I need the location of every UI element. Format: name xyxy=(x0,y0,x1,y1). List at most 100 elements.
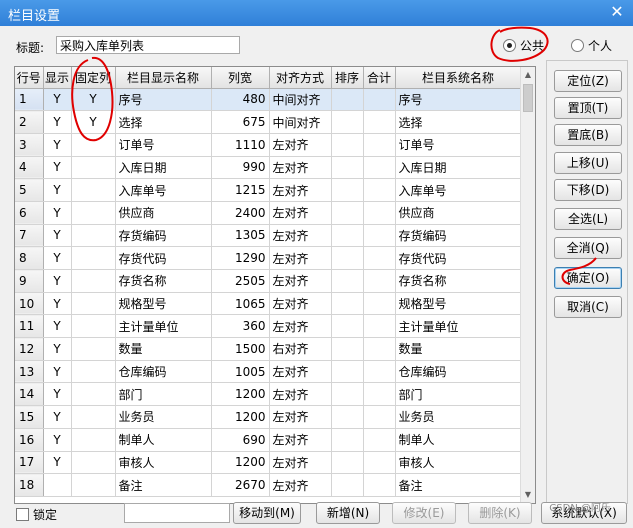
display-name-cell[interactable]: 供应商 xyxy=(115,201,212,225)
table-row[interactable]: 16 Y 制单人 690 左对齐 制单人 xyxy=(15,428,521,452)
table-row[interactable]: 4 Y 入库日期 990 左对齐 入库日期 xyxy=(15,156,521,180)
visible-cell[interactable]: Y xyxy=(43,269,72,293)
table-row[interactable]: 10 Y 规格型号 1065 左对齐 规格型号 xyxy=(15,292,521,316)
sum-cell[interactable] xyxy=(363,382,396,407)
ok-button[interactable]: 确定(O) xyxy=(554,267,622,289)
width-cell[interactable]: 1200 xyxy=(211,382,270,407)
width-cell[interactable]: 360 xyxy=(211,314,270,339)
move-top-button[interactable]: 置顶(T) xyxy=(554,97,622,119)
sort-cell[interactable] xyxy=(331,178,364,202)
align-cell[interactable]: 左对齐 xyxy=(269,178,332,202)
row-number[interactable]: 15 xyxy=(15,405,44,429)
fixed-cell[interactable] xyxy=(71,360,116,384)
fixed-cell[interactable] xyxy=(71,428,116,452)
sort-cell[interactable] xyxy=(331,382,364,407)
sum-cell[interactable] xyxy=(363,156,396,180)
fixed-cell[interactable] xyxy=(71,382,116,407)
sum-cell[interactable] xyxy=(363,246,396,270)
sum-cell[interactable] xyxy=(363,451,396,475)
header-col-sum[interactable]: 合计 xyxy=(363,67,396,89)
visible-cell[interactable]: Y xyxy=(43,156,72,180)
width-cell[interactable]: 675 xyxy=(211,110,270,134)
table-row[interactable]: 11 Y 主计量单位 360 左对齐 主计量单位 xyxy=(15,314,521,339)
visible-cell[interactable]: Y xyxy=(43,382,72,407)
table-row[interactable]: 17 Y 审核人 1200 左对齐 审核人 xyxy=(15,451,521,475)
visible-cell[interactable]: Y xyxy=(43,428,72,452)
width-cell[interactable]: 480 xyxy=(211,88,270,112)
system-name-cell[interactable]: 部门 xyxy=(395,382,521,407)
header-col-sort[interactable]: 排序 xyxy=(331,67,364,89)
display-name-cell[interactable]: 序号 xyxy=(115,88,212,112)
table-row[interactable]: 2 Y Y 选择 675 中间对齐 选择 xyxy=(15,110,521,134)
add-button[interactable]: 新增(N) xyxy=(316,502,380,524)
sort-cell[interactable] xyxy=(331,201,364,225)
locate-button[interactable]: 定位(Z) xyxy=(554,70,622,92)
sum-cell[interactable] xyxy=(363,201,396,225)
scroll-thumb[interactable] xyxy=(523,84,533,112)
system-name-cell[interactable]: 规格型号 xyxy=(395,292,521,316)
table-row[interactable]: 12 Y 数量 1500 右对齐 数量 xyxy=(15,337,521,361)
sum-cell[interactable] xyxy=(363,337,396,361)
header-col-fixed[interactable]: 固定列 xyxy=(71,67,116,89)
table-row[interactable]: 14 Y 部门 1200 左对齐 部门 xyxy=(15,382,521,407)
display-name-cell[interactable]: 存货名称 xyxy=(115,269,212,293)
visible-cell[interactable]: Y xyxy=(43,451,72,475)
align-cell[interactable]: 中间对齐 xyxy=(269,88,332,112)
system-name-cell[interactable]: 业务员 xyxy=(395,405,521,429)
table-row[interactable]: 18 备注 2670 左对齐 备注 xyxy=(15,473,521,497)
align-cell[interactable]: 左对齐 xyxy=(269,201,332,225)
display-name-cell[interactable]: 存货代码 xyxy=(115,246,212,270)
width-cell[interactable]: 1110 xyxy=(211,133,270,157)
system-name-cell[interactable]: 审核人 xyxy=(395,451,521,475)
row-number[interactable]: 17 xyxy=(15,451,44,475)
scope-public-radio[interactable]: 公共 xyxy=(503,37,544,54)
align-cell[interactable]: 左对齐 xyxy=(269,382,332,407)
visible-cell[interactable]: Y xyxy=(43,88,72,112)
sum-cell[interactable] xyxy=(363,224,396,248)
display-name-cell[interactable]: 制单人 xyxy=(115,428,212,452)
visible-cell[interactable]: Y xyxy=(43,292,72,316)
table-row[interactable]: 5 Y 入库单号 1215 左对齐 入库单号 xyxy=(15,178,521,202)
fixed-cell[interactable] xyxy=(71,156,116,180)
sort-cell[interactable] xyxy=(331,110,364,134)
delete-button[interactable]: 删除(K) xyxy=(468,502,532,524)
row-number[interactable]: 6 xyxy=(15,201,44,225)
fixed-cell[interactable]: Y xyxy=(71,88,116,112)
align-cell[interactable]: 左对齐 xyxy=(269,156,332,180)
sort-cell[interactable] xyxy=(331,405,364,429)
fixed-cell[interactable] xyxy=(71,224,116,248)
system-name-cell[interactable]: 供应商 xyxy=(395,201,521,225)
sort-cell[interactable] xyxy=(331,360,364,384)
align-cell[interactable]: 左对齐 xyxy=(269,360,332,384)
display-name-cell[interactable]: 备注 xyxy=(115,473,212,497)
align-cell[interactable]: 左对齐 xyxy=(269,428,332,452)
move-up-button[interactable]: 上移(U) xyxy=(554,152,622,174)
sum-cell[interactable] xyxy=(363,473,396,497)
sum-cell[interactable] xyxy=(363,110,396,134)
fixed-cell[interactable] xyxy=(71,201,116,225)
row-number[interactable]: 5 xyxy=(15,178,44,202)
width-cell[interactable]: 1305 xyxy=(211,224,270,248)
align-cell[interactable]: 左对齐 xyxy=(269,246,332,270)
sum-cell[interactable] xyxy=(363,178,396,202)
sum-cell[interactable] xyxy=(363,269,396,293)
sort-cell[interactable] xyxy=(331,224,364,248)
scroll-up-icon[interactable]: ▲ xyxy=(521,67,535,83)
move-down-button[interactable]: 下移(D) xyxy=(554,179,622,201)
header-col-row-no[interactable]: 行号 xyxy=(15,67,44,89)
visible-cell[interactable]: Y xyxy=(43,314,72,339)
align-cell[interactable]: 左对齐 xyxy=(269,292,332,316)
system-name-cell[interactable]: 存货编码 xyxy=(395,224,521,248)
row-number[interactable]: 2 xyxy=(15,110,44,134)
width-cell[interactable]: 1215 xyxy=(211,178,270,202)
header-col-visible[interactable]: 显示 xyxy=(43,67,72,89)
width-cell[interactable]: 1065 xyxy=(211,292,270,316)
fixed-cell[interactable] xyxy=(71,246,116,270)
width-cell[interactable]: 1500 xyxy=(211,337,270,361)
row-number[interactable]: 8 xyxy=(15,246,44,270)
row-number[interactable]: 12 xyxy=(15,337,44,361)
align-cell[interactable]: 左对齐 xyxy=(269,405,332,429)
row-number[interactable]: 3 xyxy=(15,133,44,157)
fixed-cell[interactable] xyxy=(71,178,116,202)
system-name-cell[interactable]: 存货名称 xyxy=(395,269,521,293)
